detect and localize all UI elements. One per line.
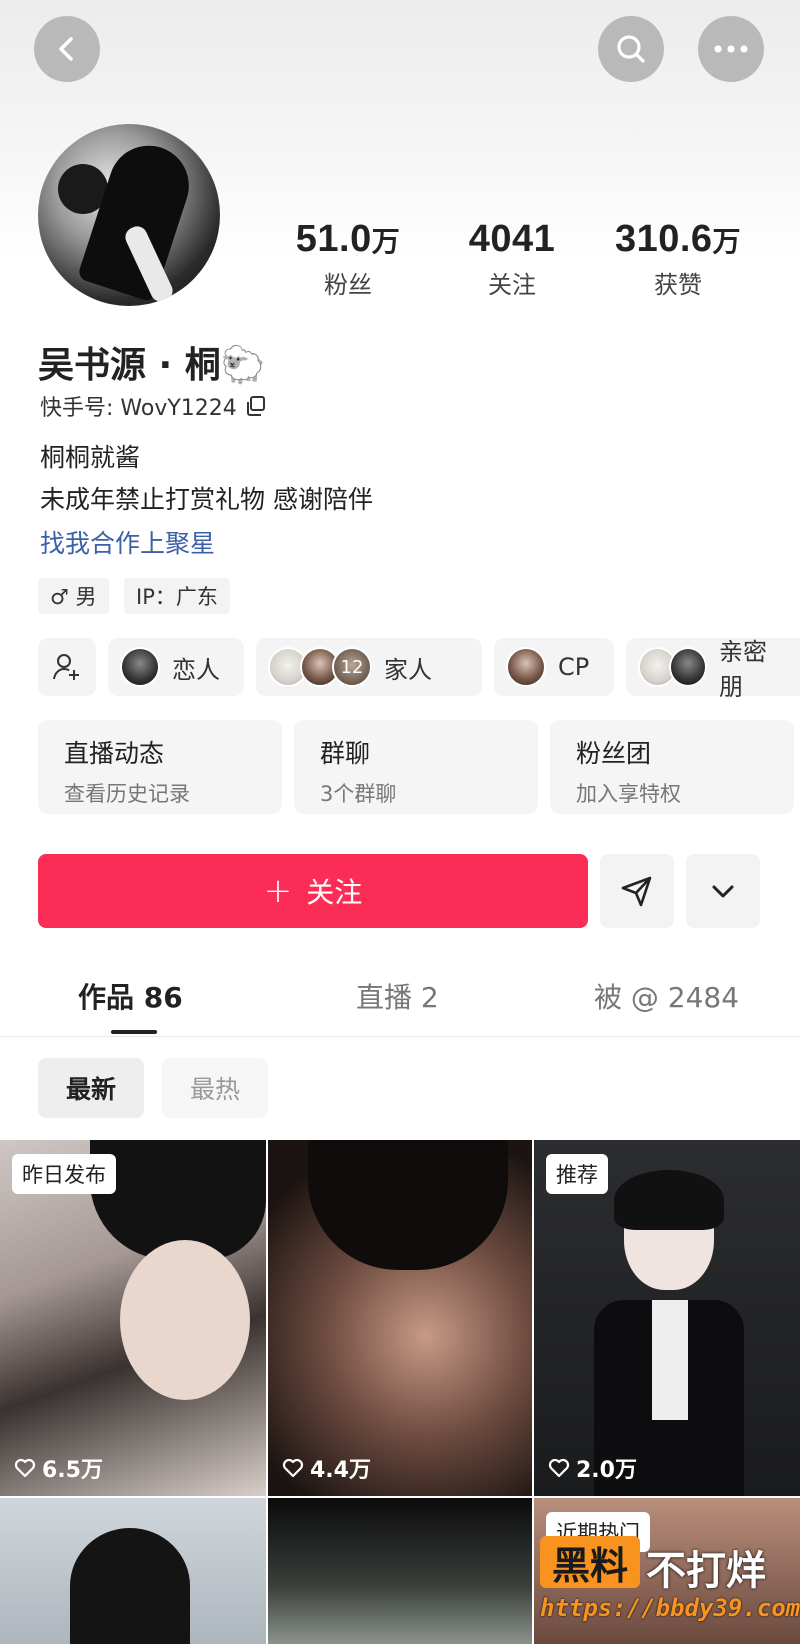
profile-name: 吴书源 · 桐🐑	[38, 345, 266, 386]
stat-followers-value: 51.0	[295, 218, 372, 260]
chevron-down-icon	[712, 885, 734, 898]
relation-lover-label: 恋人	[172, 655, 220, 684]
video-badge: 推荐	[546, 1154, 608, 1194]
watermark: 黑料 不打烊 https://bbdy39.com	[540, 1536, 800, 1636]
relation-cp-label: CP	[558, 653, 590, 681]
card-subtitle: 3个群聊	[320, 782, 397, 806]
stat-following[interactable]: 4041 关注	[422, 218, 602, 300]
video-thumbnail[interactable]	[0, 1498, 266, 1644]
video-thumbnail[interactable]: 推荐 2.0万	[534, 1140, 800, 1496]
relation-lover[interactable]: 恋人	[108, 638, 244, 696]
card-title: 群聊	[320, 739, 371, 768]
video-likes-count: 4.4万	[310, 1458, 371, 1483]
watermark-text: 不打烊	[646, 1548, 766, 1594]
sort-hottest[interactable]: 最热	[162, 1058, 268, 1118]
sort-latest[interactable]: 最新	[38, 1058, 144, 1118]
bio-line-2: 未成年禁止打赏礼物 感谢陪伴	[40, 485, 373, 514]
chevron-left-icon	[59, 37, 73, 61]
video-likes-count: 2.0万	[576, 1458, 637, 1483]
send-icon	[621, 876, 652, 907]
heart-icon	[14, 1458, 36, 1478]
follow-button[interactable]: + 关注	[38, 854, 588, 928]
avatar	[120, 647, 160, 687]
cooperation-link[interactable]: 找我合作上聚星	[40, 524, 215, 560]
search-icon	[617, 35, 645, 63]
stat-likes[interactable]: 310.6万 获赞	[588, 218, 768, 300]
card-subtitle: 加入享特权	[576, 782, 681, 806]
relation-family-label: 家人	[384, 655, 432, 684]
stat-followers-label: 粉丝	[324, 271, 372, 299]
user-id-row[interactable]: 快手号: WovY1224	[40, 390, 267, 422]
relations-row: 恋人 12 家人 CP 亲密朋	[0, 638, 800, 701]
fan-club-card[interactable]: 粉丝团 加入享特权	[550, 720, 794, 814]
add-user-icon	[53, 654, 79, 680]
bio-line-1: 桐桐就酱	[40, 443, 141, 472]
stat-likes-label: 获赞	[654, 271, 702, 299]
back-button[interactable]	[34, 16, 100, 82]
live-history-card[interactable]: 直播动态 查看历史记录	[38, 720, 282, 814]
relation-close-friend-label: 亲密朋	[719, 638, 767, 701]
tab-live[interactable]: 直播 2	[356, 976, 439, 1016]
search-button[interactable]	[598, 16, 664, 82]
divider	[0, 1036, 800, 1037]
gender-tag-label: ♂ 男	[50, 585, 97, 609]
relation-close-friend[interactable]: 亲密朋	[626, 638, 800, 701]
ip-tag: IP：广东	[124, 578, 230, 614]
video-thumbnail[interactable]: 4.4万	[268, 1140, 532, 1496]
stat-following-label: 关注	[488, 271, 536, 299]
relation-family[interactable]: 12 家人	[256, 638, 482, 696]
tab-indicator	[111, 1030, 157, 1034]
follow-button-label: 关注	[306, 876, 363, 909]
video-thumbnail[interactable]	[268, 1498, 532, 1644]
heart-icon	[548, 1458, 570, 1478]
stat-likes-value: 310.6	[614, 218, 713, 260]
avatar	[668, 647, 707, 687]
watermark-url: https://bbdy39.com	[540, 1594, 800, 1622]
card-title: 直播动态	[64, 739, 165, 768]
stat-followers[interactable]: 51.0万 粉丝	[258, 218, 438, 300]
stat-following-value: 4041	[468, 218, 556, 260]
gender-tag: ♂ 男	[38, 578, 109, 614]
more-button[interactable]	[698, 16, 764, 82]
video-likes: 4.4万	[282, 1452, 371, 1484]
avatar	[506, 647, 546, 687]
send-message-button[interactable]	[600, 854, 674, 928]
heart-icon	[282, 1458, 304, 1478]
video-likes: 6.5万	[14, 1452, 103, 1484]
video-badge: 昨日发布	[12, 1154, 116, 1194]
ip-tag-label: IP：广东	[136, 585, 218, 609]
video-likes-count: 6.5万	[42, 1458, 103, 1483]
tab-mentioned[interactable]: 被 @ 2484	[594, 976, 739, 1016]
add-friend-button[interactable]	[38, 638, 96, 696]
card-title: 粉丝团	[576, 739, 652, 768]
user-id: 快手号: WovY1224	[40, 396, 237, 421]
stat-followers-unit: 万	[371, 226, 401, 257]
relation-cp[interactable]: CP	[494, 638, 614, 696]
video-thumbnail[interactable]: 昨日发布 6.5万	[0, 1140, 266, 1496]
tab-works[interactable]: 作品 86	[78, 976, 183, 1016]
family-count: 12	[332, 647, 372, 687]
video-likes: 2.0万	[548, 1452, 637, 1484]
expand-button[interactable]	[686, 854, 760, 928]
card-subtitle: 查看历史记录	[64, 782, 190, 806]
copy-icon[interactable]	[245, 395, 267, 417]
more-dots-icon	[714, 45, 748, 53]
stat-likes-unit: 万	[712, 226, 742, 257]
watermark-logo: 黑料	[540, 1536, 640, 1588]
group-chat-card[interactable]: 群聊 3个群聊	[294, 720, 538, 814]
plus-icon: +	[263, 871, 293, 911]
avatar[interactable]	[38, 124, 220, 306]
